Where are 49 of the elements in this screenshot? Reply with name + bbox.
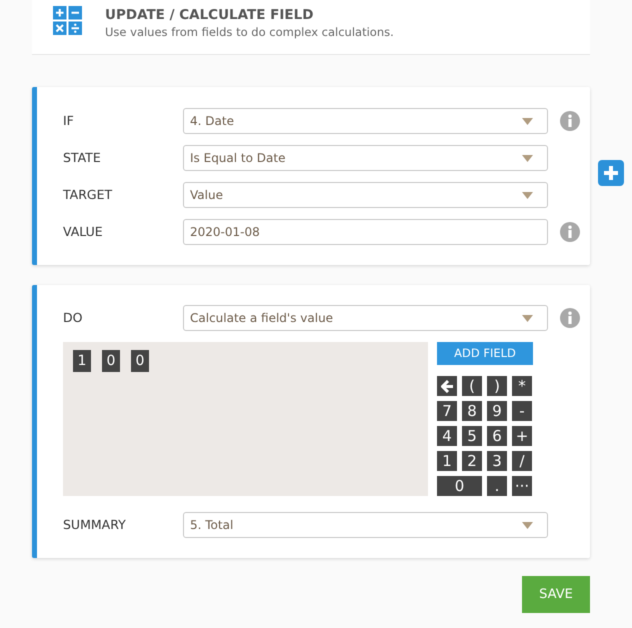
info-icon[interactable] [560, 308, 580, 328]
left-arrow-icon [440, 380, 454, 392]
dropdown[interactable]: 4. Date [183, 108, 548, 134]
keypad-key[interactable]: 1 [437, 451, 457, 471]
dropdown[interactable]: 5. Total [183, 512, 548, 538]
backspace-key[interactable] [437, 376, 457, 396]
panel-title: UPDATE / CALCULATE FIELD [105, 6, 314, 24]
field-label: STATE [63, 148, 102, 167]
keypad-key[interactable]: 2 [462, 451, 482, 471]
field-label: DO [63, 308, 84, 327]
formula-token[interactable]: 0 [102, 350, 120, 372]
info-icon[interactable] [560, 111, 580, 131]
formula-token[interactable]: 0 [131, 350, 149, 372]
keypad-key[interactable]: 6 [487, 426, 507, 446]
value-field[interactable]: 2020-01-08 [183, 219, 548, 245]
keypad-key[interactable]: - [512, 401, 532, 421]
keypad-key[interactable]: ··· [512, 476, 532, 496]
dropdown-caret-icon [522, 522, 533, 528]
field-label: VALUE [63, 222, 104, 241]
field-label: SUMMARY [63, 516, 127, 534]
keypad-key[interactable]: 4 [437, 426, 457, 446]
keypad-key[interactable]: / [512, 451, 532, 471]
keypad-key[interactable]: 3 [487, 451, 507, 471]
panel-subtitle: Use values from fields to do complex calculations. [105, 24, 394, 40]
dropdown-caret-icon [522, 314, 533, 322]
dropdown[interactable]: Calculate a field's value [183, 305, 548, 331]
keypad-key[interactable]: + [512, 426, 532, 446]
dropdown-caret-icon [522, 154, 533, 162]
field-label: TARGET [63, 186, 114, 204]
info-icon[interactable] [560, 222, 580, 242]
dropdown[interactable]: Is Equal to Date [183, 145, 548, 171]
keypad-key[interactable]: 8 [462, 401, 482, 421]
add-condition-button[interactable] [598, 160, 624, 186]
dropdown[interactable]: Value [183, 182, 548, 208]
keypad-key[interactable]: 5 [462, 426, 482, 446]
keypad-key[interactable]: ( [462, 376, 482, 396]
keypad-key[interactable]: . [487, 476, 507, 496]
dropdown-caret-icon [522, 118, 533, 124]
keypad-key[interactable]: 0 [437, 476, 482, 496]
dropdown-caret-icon [522, 192, 533, 198]
formula-area[interactable]: 1 0 0 [63, 342, 428, 496]
keypad-key[interactable]: * [512, 376, 532, 396]
keypad-key[interactable]: 7 [437, 401, 457, 421]
keypad-key[interactable]: ) [487, 376, 507, 396]
keypad-key[interactable]: 9 [487, 401, 507, 421]
formula-token[interactable]: 1 [73, 350, 91, 372]
calculator-icon [53, 6, 82, 35]
field-label: IF [63, 112, 75, 130]
plus-icon [603, 165, 619, 181]
